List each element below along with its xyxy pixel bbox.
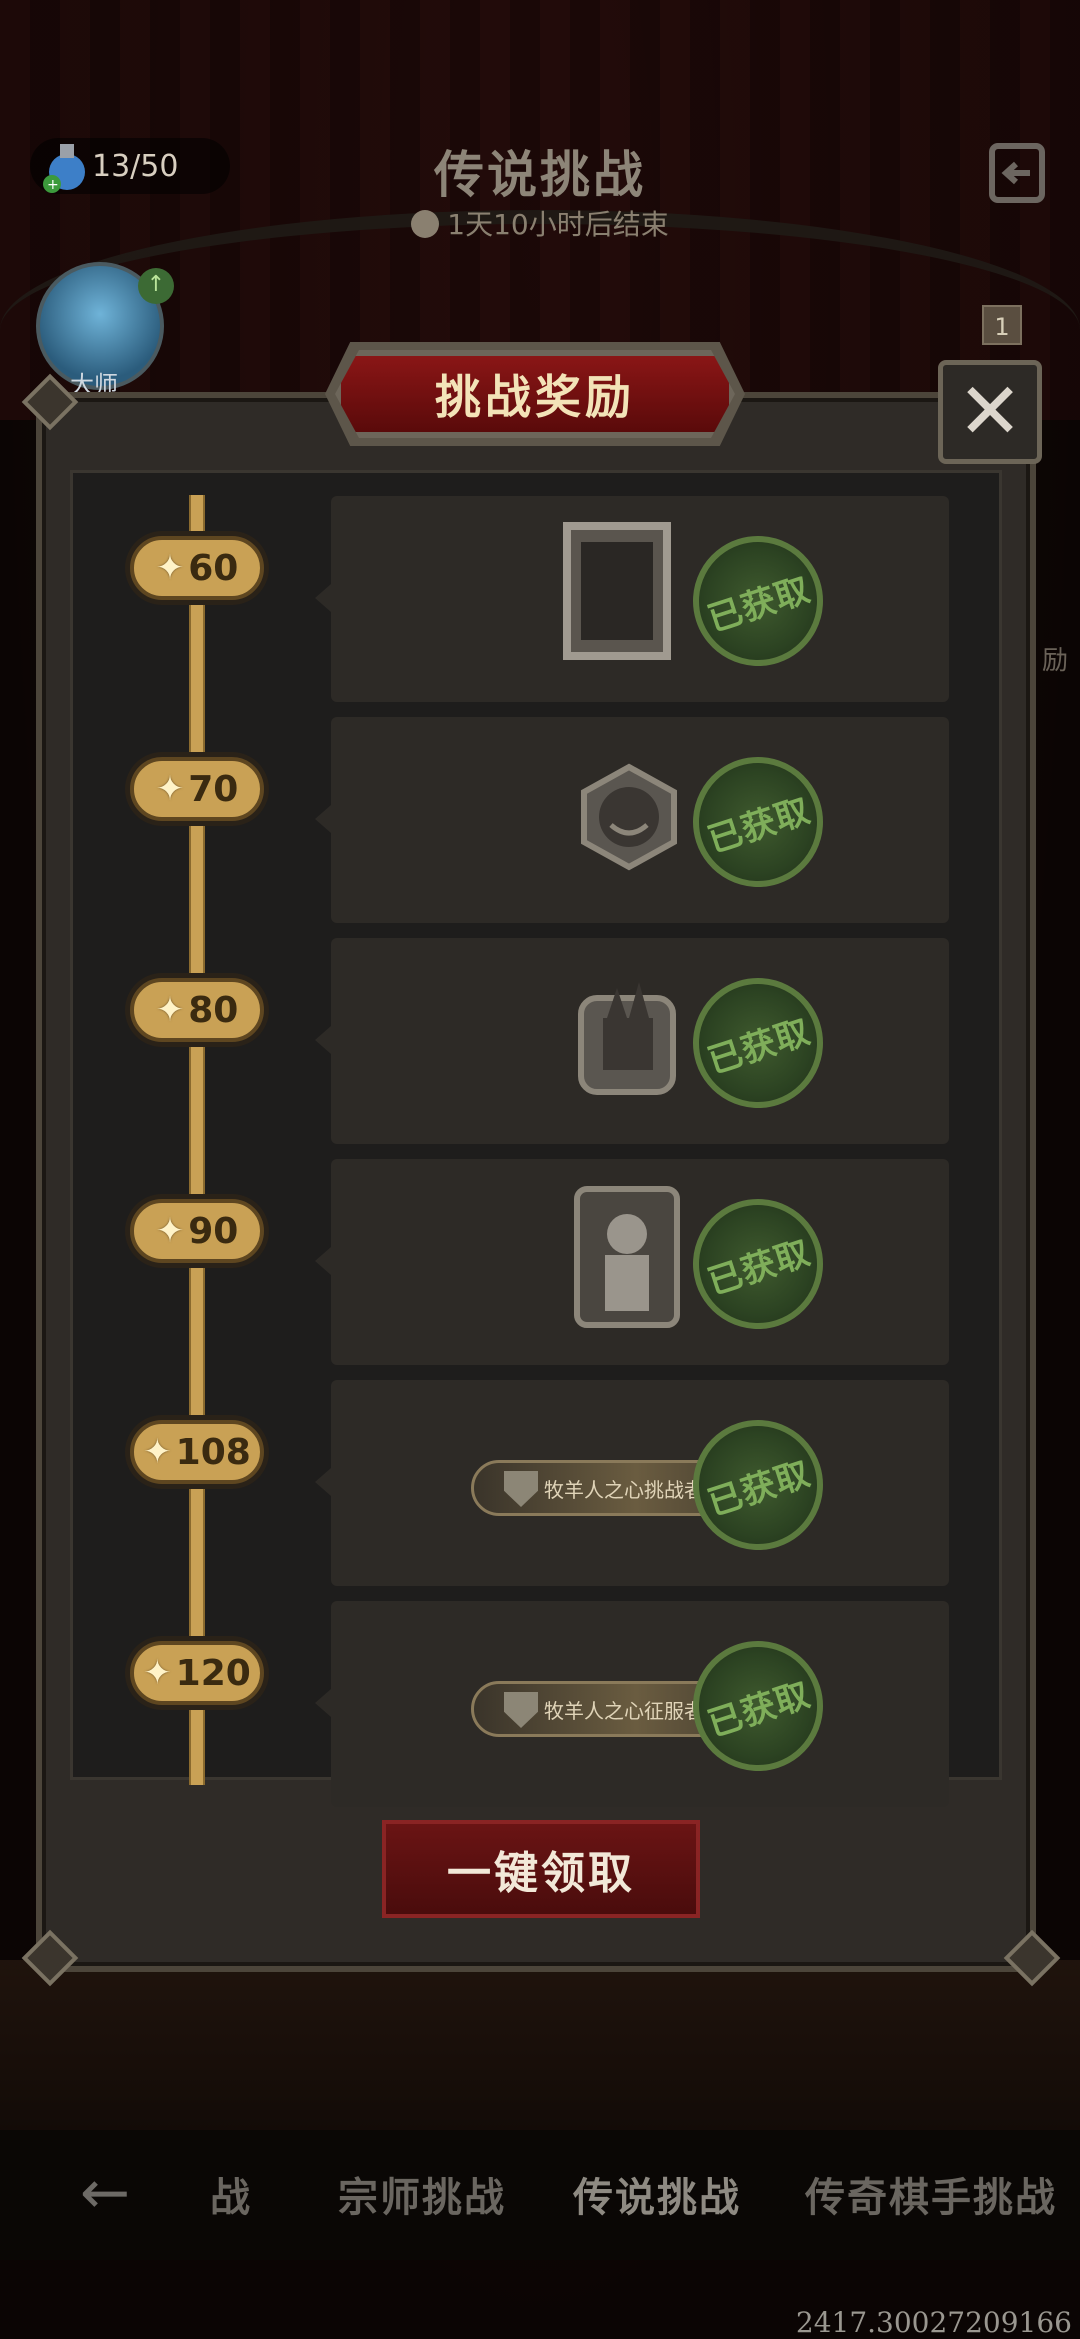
star-icon: ✦ (155, 548, 185, 588)
close-button[interactable]: ✕ (938, 360, 1042, 464)
milestone-value: 108 (175, 1431, 251, 1473)
claim-all-button[interactable]: 一键领取 (382, 1820, 700, 1918)
claimed-text: 已获取 (702, 1674, 816, 1745)
milestone-value: 90 (188, 1210, 239, 1252)
notification-badge: 1 (982, 305, 1022, 345)
character-card-icon (574, 1186, 680, 1328)
castle-icon (578, 982, 676, 1095)
pumpkin-icon (581, 763, 677, 871)
reward-card[interactable]: 已获取 (315, 717, 949, 923)
reward-card[interactable]: 已获取 (315, 938, 949, 1144)
milestone-90: ✦ 90 (130, 1199, 264, 1263)
claimed-stamp: 已获取 (676, 961, 840, 1125)
claimed-text: 已获取 (702, 1453, 816, 1524)
coordinate-readout: 2417.30027209166 (795, 2306, 1072, 2339)
claimed-text: 已获取 (702, 1011, 816, 1082)
milestone-value: 60 (188, 547, 239, 589)
milestone-value: 80 (188, 989, 239, 1031)
star-icon: ✦ (155, 1211, 185, 1251)
card-pointer (315, 584, 331, 612)
exit-icon[interactable] (986, 140, 1052, 206)
avatar[interactable]: ↑ 大师 (36, 262, 174, 399)
reward-card[interactable]: 已获取 (315, 1159, 949, 1365)
modal-title: 挑战奖励 (335, 350, 735, 438)
milestone-80: ✦ 80 (130, 978, 264, 1042)
side-text: 励 (1041, 646, 1068, 676)
shield-icon (504, 1692, 538, 1728)
frame-icon (563, 522, 671, 660)
claimed-stamp: 已获取 (676, 1403, 840, 1567)
tab-challenge[interactable]: 战 (210, 2165, 252, 2223)
tab-legend[interactable]: 传说挑战 (573, 2165, 741, 2223)
card-pointer (315, 1026, 331, 1054)
claimed-text: 已获取 (702, 569, 816, 640)
timer-text: 1天10小时后结束 (447, 208, 669, 241)
milestone-value: 120 (175, 1652, 251, 1694)
tab-grandmaster[interactable]: 宗师挑战 (338, 2165, 506, 2223)
milestone-70: ✦ 70 (130, 757, 264, 821)
card-pointer (315, 1247, 331, 1275)
milestone-108: ✦ 108 (130, 1420, 264, 1484)
title-text: 牧羊人之心挑战者 (544, 1477, 704, 1502)
claimed-text: 已获取 (702, 790, 816, 861)
title-text: 牧羊人之心征服者 (544, 1698, 704, 1723)
milestone-120: ✦ 120 (130, 1641, 264, 1705)
card-pointer (315, 1468, 331, 1496)
star-icon: ✦ (155, 990, 185, 1030)
back-arrow-icon[interactable]: ← (70, 2158, 140, 2228)
claimed-text: 已获取 (702, 1232, 816, 1303)
card-pointer (315, 805, 331, 833)
claimed-stamp: 已获取 (676, 1624, 840, 1788)
event-timer: 1天10小时后结束 (0, 203, 1080, 243)
claimed-stamp: 已获取 (676, 519, 840, 683)
progress-track (189, 495, 205, 1785)
level-up-icon: ↑ (138, 268, 174, 304)
shield-icon (504, 1471, 538, 1507)
claimed-stamp: 已获取 (676, 740, 840, 904)
clock-icon (411, 210, 440, 238)
tab-legendary-player[interactable]: 传奇棋手挑战 (805, 2165, 1057, 2223)
card-pointer (315, 1689, 331, 1717)
star-icon: ✦ (155, 769, 185, 809)
page-title: 传说挑战 (434, 146, 646, 204)
milestone-60: ✦ 60 (130, 536, 264, 600)
reward-card[interactable]: 牧羊人之心挑战者 已获取 (315, 1380, 949, 1586)
star-icon: ✦ (143, 1432, 172, 1472)
reward-card[interactable]: 牧羊人之心征服者 已获取 (315, 1601, 949, 1807)
reward-card[interactable]: 已获取 (315, 496, 949, 702)
close-icon: ✕ (957, 367, 1023, 457)
milestone-value: 70 (188, 768, 239, 810)
star-icon: ✦ (143, 1653, 172, 1693)
claimed-stamp: 已获取 (676, 1182, 840, 1346)
